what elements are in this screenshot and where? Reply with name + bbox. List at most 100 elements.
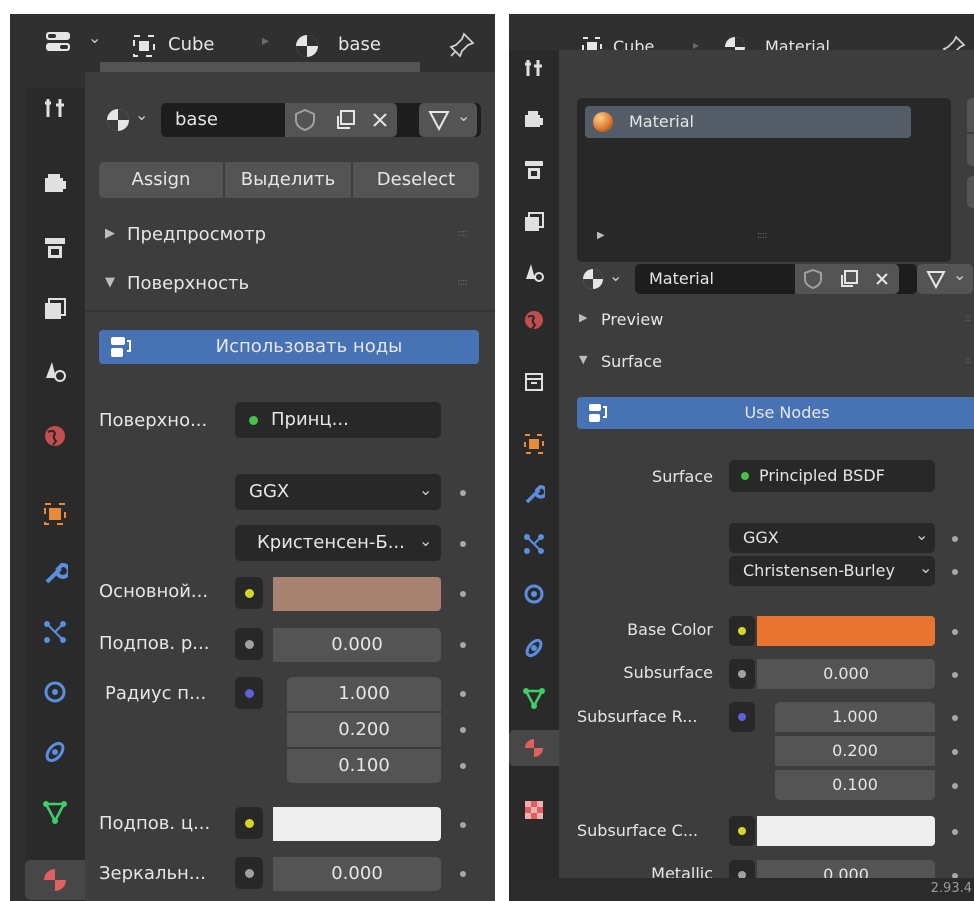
- add-material-slot-button[interactable]: +: [967, 98, 974, 132]
- fake-user-button[interactable]: [285, 103, 325, 137]
- tab-view-layer[interactable]: [25, 291, 85, 327]
- node-tree-dropdown[interactable]: ⌄: [917, 264, 973, 294]
- base-color-swatch[interactable]: [273, 577, 441, 611]
- fake-user-button[interactable]: [795, 264, 831, 294]
- tab-output[interactable]: [25, 230, 85, 266]
- keyframe-dot-icon[interactable]: [460, 541, 466, 547]
- tab-scene[interactable]: [509, 254, 559, 290]
- subsurface-color-socket-button[interactable]: [729, 816, 755, 846]
- unlink-material-button[interactable]: [363, 103, 397, 137]
- keyframe-dot-icon[interactable]: [460, 591, 466, 597]
- subsurface-socket-button[interactable]: [235, 628, 263, 660]
- tab-modifiers[interactable]: [25, 555, 85, 591]
- subsurface-socket-button[interactable]: [729, 659, 755, 689]
- tab-scene[interactable]: [25, 353, 85, 389]
- tab-material[interactable]: [509, 730, 559, 766]
- surface-panel-header[interactable]: ▼ Поверхность ::::: [85, 267, 495, 303]
- tab-output[interactable]: [509, 152, 559, 188]
- use-nodes-button[interactable]: Use Nodes: [577, 397, 974, 429]
- material-browse-button[interactable]: ⌄: [99, 103, 161, 137]
- assign-button[interactable]: Assign: [99, 162, 223, 198]
- tab-render[interactable]: [509, 102, 559, 138]
- remove-material-slot-button[interactable]: −: [967, 134, 974, 166]
- keyframe-dot-icon[interactable]: [952, 783, 958, 789]
- keyframe-dot-icon[interactable]: [460, 642, 466, 648]
- tab-physics[interactable]: [25, 674, 85, 710]
- subsurface-color-swatch[interactable]: [757, 816, 935, 846]
- keyframe-dot-icon[interactable]: [460, 871, 466, 877]
- tab-constraints[interactable]: [25, 734, 85, 770]
- tab-material[interactable]: [25, 860, 85, 900]
- pin-icon[interactable]: [448, 31, 476, 59]
- drag-grip-icon[interactable]: ::: [965, 313, 971, 324]
- radius-y-field[interactable]: 0.200: [287, 713, 441, 747]
- surface-shader-field[interactable]: Principled BSDF: [729, 460, 935, 492]
- keyframe-dot-icon[interactable]: [952, 536, 958, 542]
- tab-tool[interactable]: [509, 50, 559, 86]
- tab-data[interactable]: [25, 794, 85, 830]
- duplicate-material-button[interactable]: [325, 103, 363, 137]
- specular-socket-button[interactable]: [235, 857, 263, 889]
- keyframe-dot-icon[interactable]: [460, 763, 466, 769]
- keyframe-dot-icon[interactable]: [952, 569, 958, 575]
- material-browse-button[interactable]: ⌄: [577, 264, 635, 294]
- radius-x-field[interactable]: 1.000: [775, 702, 935, 732]
- subsurface-color-socket-button[interactable]: [235, 807, 263, 839]
- tab-view-layer[interactable]: [509, 204, 559, 240]
- tab-object[interactable]: [509, 426, 559, 462]
- keyframe-dot-icon[interactable]: [952, 629, 958, 635]
- preview-panel-header[interactable]: ▶ Предпросмотр ::::: [85, 218, 495, 254]
- keyframe-dot-icon[interactable]: [952, 749, 958, 755]
- subsurface-method-dropdown[interactable]: Christensen-Burley ⌄: [729, 556, 935, 586]
- radius-z-field[interactable]: 0.100: [775, 770, 935, 800]
- surface-panel-header[interactable]: ▼ Surface ::: [559, 346, 974, 378]
- subsurface-radius-socket-button[interactable]: [235, 677, 263, 709]
- keyframe-dot-icon[interactable]: [460, 490, 466, 496]
- specular-value-field[interactable]: 0.000: [273, 857, 441, 891]
- use-nodes-button[interactable]: Использовать ноды: [99, 330, 479, 364]
- subsurface-value-field[interactable]: 0.000: [273, 628, 441, 662]
- tab-texture[interactable]: [509, 792, 559, 828]
- distribution-dropdown[interactable]: GGX ⌄: [729, 523, 935, 553]
- drag-grip-icon[interactable]: ::: [965, 355, 971, 366]
- base-color-socket-button[interactable]: [235, 577, 263, 609]
- subsurface-radius-socket-button[interactable]: [729, 702, 755, 732]
- keyframe-dot-icon[interactable]: [952, 715, 958, 721]
- keyframe-dot-icon[interactable]: [460, 691, 466, 697]
- subsurface-method-dropdown[interactable]: Кристенсен-Б... ⌄: [235, 525, 441, 561]
- tab-collection[interactable]: [509, 364, 559, 400]
- editor-type-button[interactable]: ⌄: [42, 26, 102, 56]
- specials-menu-button[interactable]: ⌄: [967, 176, 974, 208]
- keyframe-dot-icon[interactable]: [460, 822, 466, 828]
- tab-physics[interactable]: [509, 576, 559, 612]
- keyframe-dot-icon[interactable]: [952, 672, 958, 678]
- duplicate-material-button[interactable]: [831, 264, 865, 294]
- tab-constraints[interactable]: [509, 630, 559, 666]
- select-button[interactable]: Выделить: [225, 162, 351, 198]
- tab-world[interactable]: [25, 418, 85, 454]
- subsurface-value-field[interactable]: 0.000: [757, 659, 935, 689]
- unlink-material-button[interactable]: [865, 264, 899, 294]
- tab-world[interactable]: [509, 302, 559, 338]
- tab-data[interactable]: [509, 680, 559, 716]
- distribution-dropdown[interactable]: GGX ⌄: [235, 474, 441, 510]
- base-color-swatch[interactable]: [757, 616, 935, 646]
- tab-particles[interactable]: [25, 614, 85, 650]
- drag-grip-icon[interactable]: ::::: [457, 277, 468, 288]
- tab-tool[interactable]: [25, 88, 85, 128]
- radius-x-field[interactable]: 1.000: [287, 677, 441, 711]
- list-resize-grip-icon[interactable]: ::::: [757, 230, 768, 241]
- base-color-socket-button[interactable]: [729, 616, 755, 646]
- radius-z-field[interactable]: 0.100: [287, 749, 441, 783]
- subsurface-color-swatch[interactable]: [273, 807, 441, 841]
- list-item[interactable]: Material: [585, 106, 911, 138]
- expand-arrow-icon[interactable]: ▶: [597, 230, 605, 241]
- tab-render[interactable]: [25, 166, 85, 202]
- drag-grip-icon[interactable]: ::::: [457, 228, 468, 239]
- keyframe-dot-icon[interactable]: [460, 727, 466, 733]
- surface-shader-field[interactable]: Принц...: [235, 402, 441, 438]
- deselect-button[interactable]: Deselect: [353, 162, 479, 198]
- tab-modifiers[interactable]: [509, 476, 559, 512]
- tab-object[interactable]: [25, 496, 85, 532]
- radius-y-field[interactable]: 0.200: [775, 736, 935, 766]
